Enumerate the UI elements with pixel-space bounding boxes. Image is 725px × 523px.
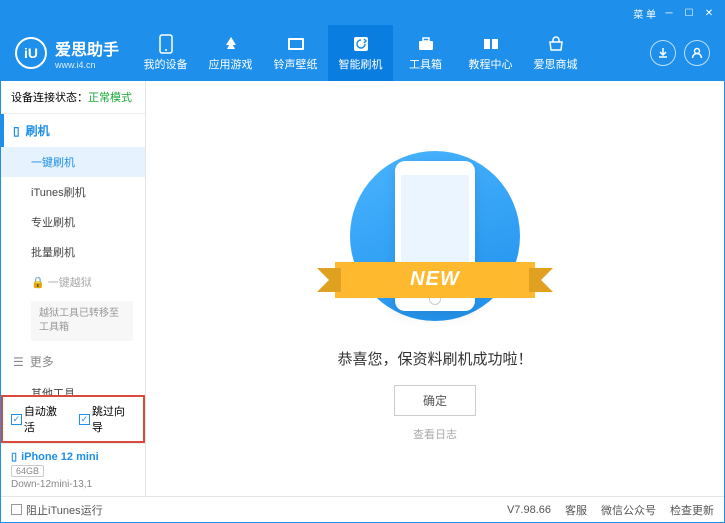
- options-highlighted: ✓自动激活 ✓跳过向导: [1, 395, 145, 443]
- success-message: 恭喜您，保资料刷机成功啦！: [337, 348, 532, 369]
- connection-status: 设备连接状态：正常模式: [1, 81, 145, 114]
- main-nav: 我的设备 应用游戏 铃声壁纸 智能刷机 工具箱 教程中心 爱思商城: [133, 25, 588, 81]
- app-window: 菜 单 ─ ☐ ✕ iU 爱思助手 www.i4.cn 我的设备 应用游戏 铃声…: [0, 0, 725, 523]
- header: iU 爱思助手 www.i4.cn 我的设备 应用游戏 铃声壁纸 智能刷机 工具…: [1, 25, 724, 81]
- footer: 阻止iTunes运行 V7.98.66 客服 微信公众号 检查更新: [1, 496, 724, 522]
- new-ribbon: NEW: [335, 262, 535, 298]
- main-content: NEW 恭喜您，保资料刷机成功啦！ 确定 查看日志: [146, 81, 724, 496]
- status-value: 正常模式: [88, 92, 132, 104]
- check-update-link[interactable]: 检查更新: [670, 502, 714, 518]
- sidebar-batch-flash[interactable]: 批量刷机: [1, 237, 145, 267]
- apps-icon: [221, 34, 241, 54]
- brand-logo-icon: iU: [15, 37, 47, 69]
- ok-button[interactable]: 确定: [394, 385, 476, 416]
- wallpaper-icon: [286, 34, 306, 54]
- nav-tutorials[interactable]: 教程中心: [458, 25, 523, 81]
- phone-icon: [156, 34, 176, 54]
- nav-toolbox[interactable]: 工具箱: [393, 25, 458, 81]
- maximize-icon[interactable]: ☐: [682, 6, 696, 20]
- nav-store[interactable]: 爱思商城: [523, 25, 588, 81]
- download-button[interactable]: [650, 40, 676, 66]
- sidebar: 设备连接状态：正常模式 ▯刷机 一键刷机 iTunes刷机 专业刷机 批量刷机 …: [1, 81, 146, 496]
- minimize-icon[interactable]: ─: [662, 6, 676, 20]
- device-firmware: Down-12mini-13,1: [11, 479, 135, 490]
- brand-name: 爱思助手: [55, 36, 119, 60]
- phone-small-icon: ▯: [13, 124, 20, 138]
- sidebar-jailbreak[interactable]: 🔒 一键越狱: [1, 267, 145, 297]
- brand: iU 爱思助手 www.i4.cn: [1, 36, 133, 70]
- book-icon: [481, 34, 501, 54]
- titlebar: 菜 单 ─ ☐ ✕: [1, 1, 724, 25]
- sidebar-onekey-flash[interactable]: 一键刷机: [1, 147, 145, 177]
- sidebar-itunes-flash[interactable]: iTunes刷机: [1, 177, 145, 207]
- version-label: V7.98.66: [507, 504, 551, 516]
- lock-icon: 🔒: [31, 277, 45, 289]
- jailbreak-note: 越狱工具已转移至工具箱: [31, 301, 133, 341]
- device-info[interactable]: ▯iPhone 12 mini 64GB Down-12mini-13,1: [1, 443, 145, 496]
- menu-label[interactable]: 菜 单: [633, 6, 656, 21]
- device-phone-icon: ▯: [11, 450, 17, 463]
- sidebar-other-tools[interactable]: 其他工具: [1, 378, 145, 395]
- success-illustration: NEW: [345, 136, 525, 336]
- nav-flash[interactable]: 智能刷机: [328, 25, 393, 81]
- skip-setup-checkbox[interactable]: ✓跳过向导: [79, 403, 135, 435]
- wechat-link[interactable]: 微信公众号: [601, 502, 656, 518]
- sidebar-pro-flash[interactable]: 专业刷机: [1, 207, 145, 237]
- store-icon: [546, 34, 566, 54]
- nav-my-device[interactable]: 我的设备: [133, 25, 198, 81]
- device-capacity: 64GB: [11, 465, 44, 477]
- menu-icon: ☰: [13, 355, 24, 369]
- block-itunes-checkbox[interactable]: 阻止iTunes运行: [11, 502, 103, 518]
- toolbox-icon: [416, 34, 436, 54]
- refresh-icon: [351, 34, 371, 54]
- sidebar-flash[interactable]: ▯刷机: [1, 114, 145, 147]
- auto-activate-checkbox[interactable]: ✓自动激活: [11, 403, 67, 435]
- sidebar-more[interactable]: ☰更多: [1, 345, 145, 378]
- nav-ringtones[interactable]: 铃声壁纸: [263, 25, 328, 81]
- close-icon[interactable]: ✕: [702, 6, 716, 20]
- nav-apps[interactable]: 应用游戏: [198, 25, 263, 81]
- user-button[interactable]: [684, 40, 710, 66]
- support-link[interactable]: 客服: [565, 502, 587, 518]
- view-log-link[interactable]: 查看日志: [413, 426, 457, 442]
- brand-url: www.i4.cn: [55, 60, 119, 70]
